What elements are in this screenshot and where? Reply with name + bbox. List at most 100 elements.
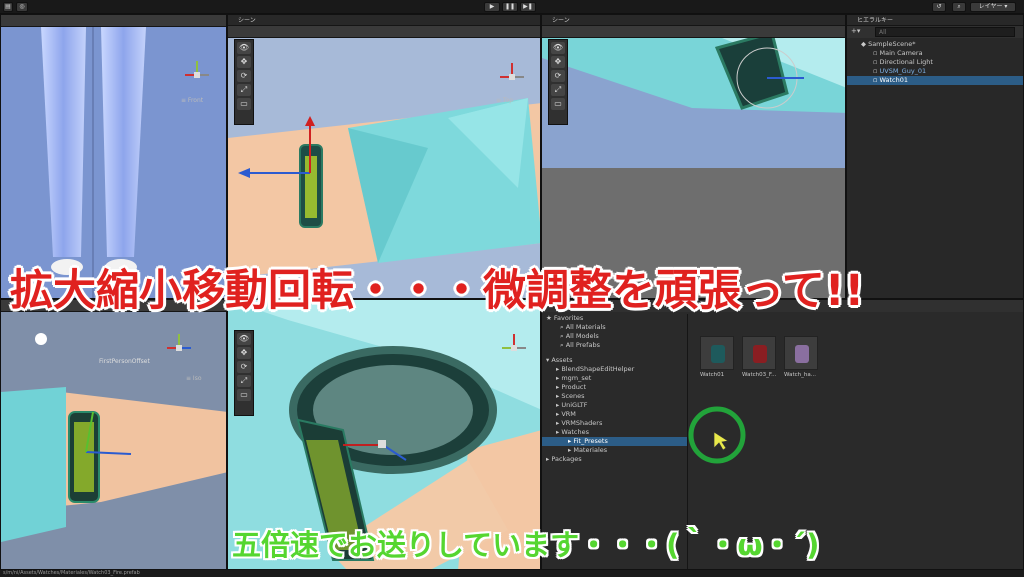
favorite-item-label: All Models: [565, 332, 599, 340]
packages-header-label: Packages: [551, 455, 582, 463]
asset-label: Watch01: [700, 372, 725, 378]
hierarchy-item[interactable]: ▫ UVSM_Guy_01: [847, 67, 1023, 76]
hierarchy-item-label: Watch01: [879, 76, 908, 84]
assets-header[interactable]: ▾ Assets: [542, 356, 687, 365]
asset-folder-label: VRMShaders: [561, 419, 603, 427]
cloud-icon[interactable]: ◎: [16, 2, 28, 12]
hierarchy-toolbar: +▾: [847, 26, 1023, 38]
rect-tool-icon[interactable]: ▭: [237, 389, 251, 401]
asset-folder[interactable]: ▸ VRM: [542, 410, 687, 419]
move-tool-icon[interactable]: ✥: [237, 347, 251, 359]
scale-tool-icon[interactable]: ⤢: [237, 375, 251, 387]
rect-tool-icon[interactable]: ▭: [237, 98, 251, 110]
transform-tools: 👁 ✥ ⟳ ⤢ ▭: [234, 39, 254, 125]
add-button[interactable]: +▾: [851, 27, 860, 35]
hierarchy-item[interactable]: ▫ Watch01: [847, 76, 1023, 85]
asset-folder-label: Materiales: [573, 446, 608, 454]
asset-folder[interactable]: ▸ Watches: [542, 428, 687, 437]
view-tool-icon[interactable]: 👁: [237, 333, 251, 345]
play-button[interactable]: ▶: [484, 2, 500, 12]
scene-tab[interactable]: シーン: [542, 15, 845, 26]
hierarchy-search-input[interactable]: [875, 27, 1015, 37]
hierarchy-item[interactable]: ▫ Main Camera: [847, 49, 1023, 58]
hierarchy-tab[interactable]: ヒエラルキー: [847, 15, 1023, 26]
move-tool-icon[interactable]: ✥: [551, 56, 565, 68]
favorite-item[interactable]: ⌕ All Materials: [542, 323, 687, 332]
asset-item[interactable]: Watch_ha...: [784, 336, 824, 378]
hierarchy-item[interactable]: ◆ SampleScene*: [847, 40, 1023, 49]
scale-tool-icon[interactable]: ⤢: [551, 84, 565, 96]
hierarchy-item-label: SampleScene*: [868, 40, 916, 48]
rotate-tool-icon[interactable]: ⟳: [237, 70, 251, 82]
asset-folder[interactable]: ▸ Product: [542, 383, 687, 392]
favorite-item-label: All Materials: [565, 323, 606, 331]
axis-gizmo-icon[interactable]: [161, 330, 197, 366]
scene-toolbar: [542, 26, 845, 38]
transform-tools: 👁 ✥ ⟳ ⤢ ▭: [234, 330, 254, 416]
hierarchy-item-label: Directional Light: [879, 58, 933, 66]
transform-tools: 👁 ✥ ⟳ ⤢ ▭: [548, 39, 568, 125]
asset-folder[interactable]: ▸ Scenes: [542, 392, 687, 401]
asset-folder-label: BlendShapeEditHelper: [561, 365, 635, 373]
asset-folder[interactable]: ▸ VRMShaders: [542, 419, 687, 428]
axis-gizmo-icon[interactable]: [494, 59, 530, 95]
asset-item[interactable]: Watch01: [700, 336, 740, 378]
hierarchy-panel: ヒエラルキー +▾ ◆ SampleScene*▫ Main Camera▫ D…: [846, 14, 1024, 299]
scene-tab[interactable]: シーン: [228, 15, 540, 26]
asset-folder[interactable]: ▸ Materiales: [542, 446, 687, 455]
favorite-item[interactable]: ⌕ All Models: [542, 332, 687, 341]
asset-folder-label: Scenes: [561, 392, 585, 400]
hierarchy-item[interactable]: ▫ Directional Light: [847, 58, 1023, 67]
scene-toolbar: [228, 26, 540, 38]
rect-tool-icon[interactable]: ▭: [551, 98, 565, 110]
history-icon[interactable]: ↺: [932, 2, 946, 12]
cursor-highlight-ring: [688, 406, 746, 464]
pause-button[interactable]: ❚❚: [502, 2, 518, 12]
watch-icon: [795, 345, 809, 363]
assets-header-label: Assets: [551, 356, 573, 364]
asset-folder[interactable]: ▸ mgm_set: [542, 374, 687, 383]
asset-label: Watch_ha...: [784, 372, 816, 378]
hierarchy-item-label: Main Camera: [879, 49, 923, 57]
favorite-item-label: All Prefabs: [565, 341, 600, 349]
step-button[interactable]: ▶❚: [520, 2, 536, 12]
rotate-tool-icon[interactable]: ⟳: [551, 70, 565, 82]
view-tool-icon[interactable]: 👁: [551, 42, 565, 54]
favorite-item[interactable]: ⌕ All Prefabs: [542, 341, 687, 350]
title-caption: 拡大縮小移動回転・・・微調整を頑張って!!: [10, 266, 865, 316]
asset-folder-label: mgm_set: [561, 374, 592, 382]
subtitle-caption: 五倍速でお送りしています・・・(｀・ω・´): [232, 528, 820, 562]
asset-thumbnail: [784, 336, 818, 370]
search-icon[interactable]: ⌕: [952, 2, 966, 12]
scene-toolbar: [1, 15, 226, 27]
watch-icon: [711, 345, 725, 363]
layer-dropdown[interactable]: レイヤー ▾: [970, 2, 1016, 12]
scale-tool-icon[interactable]: ⤢: [237, 84, 251, 96]
packages-header[interactable]: ▸ Packages: [542, 455, 687, 464]
editor-toolbar: ▤ ◎ ▶ ❚❚ ▶❚ ↺ ⌕ レイヤー ▾: [0, 0, 1024, 14]
asset-item[interactable]: Watch03_F...: [742, 336, 782, 378]
object-label: FirstPersonOffset: [99, 358, 150, 365]
asset-folder[interactable]: ▸ Fit_Presets: [542, 437, 687, 446]
layer-label: レイヤー: [978, 3, 1003, 10]
asset-folder-label: Product: [561, 383, 587, 391]
asset-label: Watch03_F...: [742, 372, 777, 378]
asset-folder[interactable]: ▸ UniGLTF: [542, 401, 687, 410]
rotate-tool-icon[interactable]: ⟳: [237, 361, 251, 373]
asset-folder-label: Fit_Presets: [573, 437, 608, 445]
asset-folder-label: UniGLTF: [561, 401, 588, 409]
asset-folder-label: VRM: [561, 410, 576, 418]
asset-thumbnail: [742, 336, 776, 370]
view-tool-icon[interactable]: 👁: [237, 42, 251, 54]
scene-view-iso[interactable]: FirstPersonOffset ≡ Iso: [0, 299, 227, 570]
asset-folder[interactable]: ▸ BlendShapeEditHelper: [542, 365, 687, 374]
hierarchy-item-label: UVSM_Guy_01: [879, 67, 927, 75]
menu-icon[interactable]: ▤: [3, 2, 13, 12]
view-label: ≡ Top: [496, 97, 514, 104]
move-tool-icon[interactable]: ✥: [237, 56, 251, 68]
view-label: ≡ Iso: [186, 375, 202, 382]
view-label: ≡ Front: [181, 97, 204, 104]
axis-gizmo-icon[interactable]: [179, 57, 215, 93]
axis-gizmo-icon[interactable]: [496, 330, 532, 366]
status-bar: s/m/ni/Assets/Watches/Materiales/Watch03…: [0, 570, 1024, 577]
